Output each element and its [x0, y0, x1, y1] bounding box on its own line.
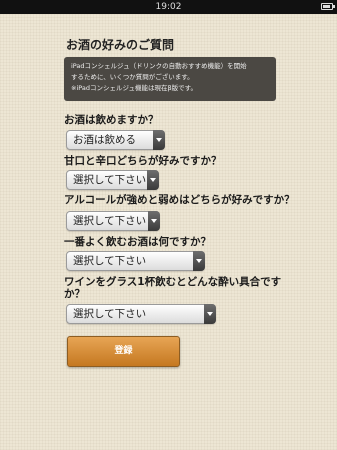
select-value: 選択して下さい: [73, 308, 147, 320]
chevron-down-icon: [153, 130, 165, 150]
question-5-label-line: ワインをグラス1杯飲むとどんな酔い具合です: [64, 276, 282, 288]
select-value: 選択して下さい: [73, 174, 147, 186]
question-2-label: 甘口と辛口どちらが好みですか？: [64, 155, 222, 167]
question-2-select[interactable]: 選択して下さい: [66, 170, 159, 190]
select-value: 選択して下さい: [73, 255, 147, 267]
info-box: iPadコンシェルジュ（ドリンクの自動おすすめ機能）を開始 するために、いくつか…: [64, 57, 276, 101]
question-5-select[interactable]: 選択して下さい: [66, 304, 216, 324]
chevron-down-icon: [148, 211, 160, 231]
question-5-label-line: か？: [64, 288, 85, 300]
chevron-down-icon: [193, 251, 205, 271]
info-line: ※iPadコンシェルジュ機能は現在β版です。: [71, 84, 198, 92]
info-line: iPadコンシェルジュ（ドリンクの自動おすすめ機能）を開始: [71, 62, 247, 70]
question-3-select[interactable]: 選択して下さい: [66, 211, 160, 231]
select-value: 選択して下さい: [73, 215, 147, 227]
battery-icon: [321, 3, 335, 10]
select-value: お酒は飲める: [73, 134, 136, 146]
info-line: するために、いくつか質問がございます。: [71, 73, 194, 81]
status-time: 19:02: [155, 2, 182, 12]
question-4-select[interactable]: 選択して下さい: [66, 251, 205, 271]
status-bar: 19:02: [0, 0, 337, 14]
chevron-down-icon: [204, 304, 216, 324]
question-1-select[interactable]: お酒は飲める: [66, 130, 165, 150]
chevron-down-icon: [147, 170, 159, 190]
question-5-label: ワインをグラス1杯飲むとどんな酔い具合です か？: [64, 276, 281, 300]
question-1-label: お酒は飲めますか？: [64, 114, 159, 126]
submit-button[interactable]: 登録: [67, 336, 180, 367]
question-4-label: 一番よく飲むお酒は何ですか？: [64, 236, 211, 248]
page-title: お酒の好みのご質問: [66, 38, 175, 52]
question-3-label: アルコールが強めと弱めはどちらが好みですか？: [64, 194, 295, 206]
